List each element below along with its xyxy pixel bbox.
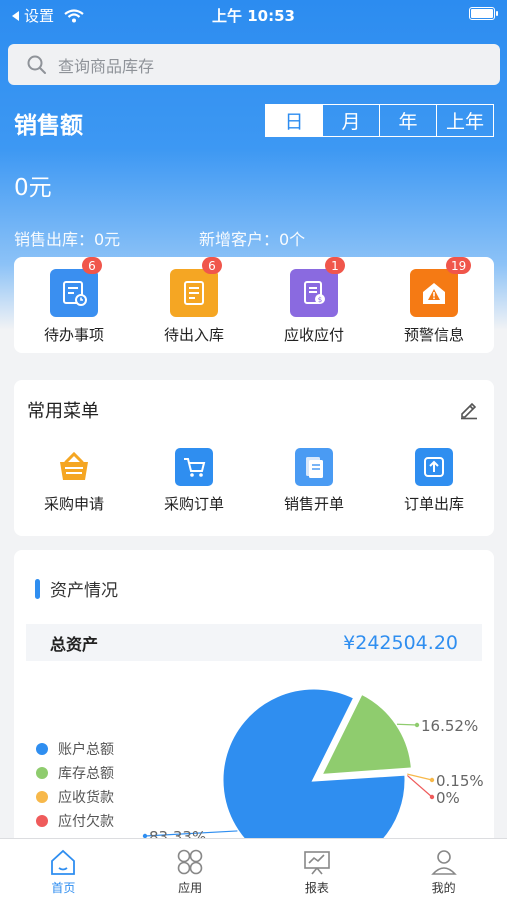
quick-label-receivable: 应收应付	[283, 326, 344, 344]
search-placeholder: 查询商品库存	[58, 56, 155, 76]
warning-badge: 19	[446, 257, 472, 274]
quick-label-warehouse: 待出入库	[163, 326, 224, 344]
receivable-icon: $	[290, 269, 338, 317]
search-bar[interactable]: 查询商品库存	[8, 44, 500, 85]
menu-label-order-outbound: 订单出库	[403, 495, 464, 513]
menu-item-purchase-request[interactable]: 采购申请	[14, 448, 134, 514]
menu-label-purchase-request: 采购申请	[43, 495, 104, 513]
tab-profile[interactable]: 我的	[380, 839, 507, 900]
warehouse-icon	[170, 269, 218, 317]
status-bar: 设置 上午 10:53	[0, 0, 507, 30]
battery-icon	[469, 7, 498, 20]
tab-home-label: 首页	[51, 881, 76, 895]
quick-item-receivable[interactable]: $ 1 应收应付	[254, 257, 374, 353]
pie-leader-dot	[414, 722, 420, 728]
tab-reports-label: 报表	[304, 881, 329, 895]
sales-title: 销售额	[14, 113, 83, 139]
tab-reports[interactable]: 报表	[254, 839, 381, 900]
menu-item-sales-order[interactable]: 销售开单	[254, 448, 374, 514]
assets-card: 资产情况 总资产 ¥242504.20 账户总额 库存总额 应收货款 应付欠款 16.…	[14, 550, 494, 850]
common-menu-title: 常用菜单	[27, 401, 99, 422]
export-icon	[415, 448, 453, 486]
pie-leader-line	[405, 773, 433, 798]
quick-label-todo: 待办事项	[43, 326, 104, 344]
pie-leader-line	[396, 723, 418, 726]
warehouse-badge: 6	[202, 257, 222, 274]
menu-label-purchase-order: 采购订单	[163, 495, 224, 513]
pie-value-label: 0.15%	[436, 772, 484, 790]
tab-year[interactable]: 年	[379, 105, 436, 136]
status-time: 上午 10:53	[212, 7, 295, 25]
period-tabs: 日 月 年 上年	[265, 104, 494, 137]
quick-item-warehouse[interactable]: 6 待出入库	[134, 257, 254, 353]
quick-actions-card: 6 待办事项 6 待出入库 $ 1 应收应付 19 预警信息	[14, 257, 494, 353]
report-icon	[304, 851, 330, 875]
menu-label-sales-order: 销售开单	[283, 495, 344, 513]
apps-icon	[177, 849, 203, 875]
todo-badge: 6	[82, 257, 102, 274]
profile-icon	[430, 850, 457, 875]
sales-outbound: 销售出库：0元	[14, 230, 121, 249]
search-icon	[27, 55, 46, 74]
sales-doc-icon	[295, 448, 333, 486]
bottom-tab-bar: 首页 应用 报表 我的	[0, 838, 507, 900]
pie-leader-dot	[429, 777, 435, 783]
sales-amount: 0元	[14, 175, 52, 201]
quick-item-warning[interactable]: 19 预警信息	[374, 257, 494, 353]
tab-apps[interactable]: 应用	[127, 839, 254, 900]
tab-day[interactable]: 日	[266, 105, 322, 136]
pie-value-label: 0%	[436, 789, 460, 807]
common-menu-card: 常用菜单 采购申请 采购订单 销售开单 订单出库	[14, 380, 494, 536]
svg-text:$: $	[318, 296, 322, 304]
quick-label-warning: 预警信息	[403, 326, 464, 344]
pie-leader-dot	[429, 794, 435, 800]
warning-icon	[410, 269, 458, 317]
basket-icon	[55, 448, 93, 486]
asset-pie-chart: 16.52%0.15%0%83.33%	[142, 686, 484, 850]
pie-value-label: 16.52%	[421, 717, 478, 735]
tab-home[interactable]: 首页	[0, 839, 127, 900]
new-customers: 新增客户：0个	[199, 230, 306, 249]
menu-item-purchase-order[interactable]: 采购订单	[134, 448, 254, 514]
quick-item-todo[interactable]: 6 待办事项	[14, 257, 134, 353]
todo-icon	[50, 269, 98, 317]
edit-icon[interactable]	[458, 398, 480, 420]
cart-icon	[175, 448, 213, 486]
tab-last-year[interactable]: 上年	[436, 105, 493, 136]
tab-profile-label: 我的	[431, 881, 456, 895]
tab-month[interactable]: 月	[322, 105, 379, 136]
menu-item-order-outbound[interactable]: 订单出库	[374, 448, 494, 514]
receivable-badge: 1	[325, 257, 345, 274]
tab-apps-label: 应用	[178, 881, 203, 895]
home-icon	[51, 849, 76, 875]
